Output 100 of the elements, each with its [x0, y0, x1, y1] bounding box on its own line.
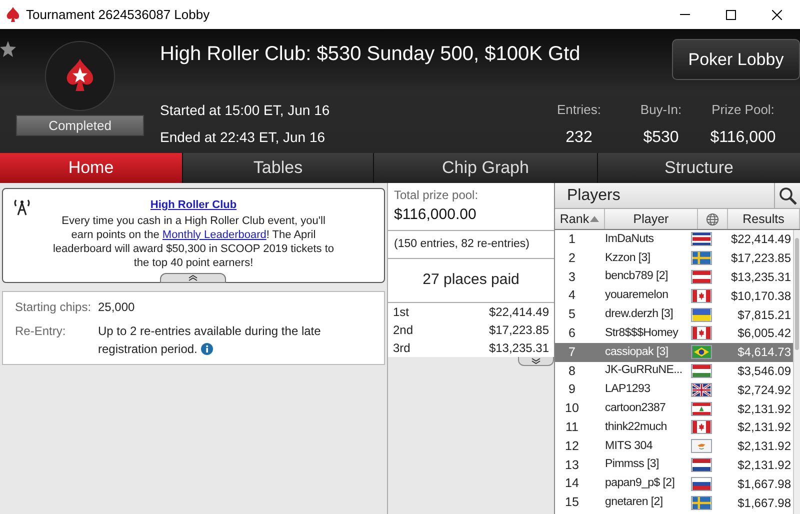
- payout-place: 2nd: [393, 322, 414, 339]
- detail-label: Re-Entry:: [15, 323, 67, 340]
- result-cell-text: $1,667.98: [736, 494, 792, 512]
- player-name: youaremelon: [605, 288, 670, 304]
- flag-icon: [691, 402, 712, 416]
- leaderboard-link[interactable]: Monthly Leaderboard: [162, 228, 266, 240]
- tournament-title: High Roller Club: $530 Sunday 500, $100K Gtd: [160, 42, 580, 67]
- column-header[interactable]: Player: [605, 209, 698, 229]
- detail-value: 25,000: [98, 299, 135, 316]
- rank-cell-text: 8: [568, 362, 576, 380]
- player-name: papan9_p$ [2]: [605, 476, 676, 492]
- column-header[interactable]: Results: [728, 209, 800, 229]
- player-row[interactable]: 1 ImDaNuts $22,414.49: [555, 230, 793, 249]
- flag-icon: [691, 439, 712, 454]
- player-row[interactable]: 10 cartoon2387 $2,131.92: [555, 399, 793, 418]
- rank-cell-text: 4: [568, 287, 576, 304]
- rank-cell-text: 10: [564, 400, 580, 418]
- column-header[interactable]: Rank: [555, 209, 605, 229]
- rank-cell-text: 13: [564, 456, 580, 474]
- double-chevron-up-icon: [188, 275, 198, 281]
- rank-cell-text: 9: [568, 381, 576, 398]
- player-row[interactable]: 13 Pimmss [3] $2,131.92: [555, 456, 793, 474]
- sort-ascending-icon: [590, 216, 600, 222]
- broadcast-tower-icon: [13, 198, 31, 216]
- stat-value: $116,000: [710, 128, 776, 148]
- tab[interactable]: Home: [0, 153, 182, 183]
- stat-label: Entries:: [556, 101, 602, 120]
- minimize-icon: [680, 14, 690, 15]
- info-icon: [201, 343, 214, 355]
- stat-label: Prize Pool:: [712, 101, 774, 120]
- players-title: Players: [567, 186, 620, 206]
- flag-icon: [691, 458, 712, 472]
- announcement-text: Every time you cash in a High Roller Club event, you'll earn points on the Monthly Leaderboard! The April leaderboard will award $50,300 in SCOOP 2019 tickets to the top 40 point earners!: [52, 214, 336, 270]
- result-cell-text: $13,235.31: [730, 268, 792, 286]
- flag-icon: [691, 251, 712, 266]
- payout-amount: $13,235.31: [488, 340, 549, 357]
- payout-place: 1st: [393, 304, 410, 321]
- result-cell-text: $2,131.92: [736, 438, 792, 456]
- player-name: ImDaNuts: [605, 232, 655, 247]
- player-row[interactable]: 2 Kzzon [3] $17,223.85: [555, 248, 793, 268]
- player-row[interactable]: 5 drew.derzh [3] $7,815.21: [555, 305, 793, 324]
- player-row[interactable]: 3 bencb789 [2] $13,235.31: [555, 268, 793, 286]
- result-cell-text: $2,131.92: [736, 419, 792, 436]
- player-row[interactable]: 6 Str8$$$Homey $6,005.42: [555, 324, 793, 343]
- prize-pool-total: $116,000.00: [394, 205, 478, 225]
- stat-value: $530: [643, 128, 679, 148]
- result-cell-text: $10,170.38: [730, 288, 792, 305]
- player-name: JK-GuRRuNE...: [605, 363, 684, 378]
- start-time: Started at 15:00 ET, Jun 16: [160, 101, 330, 120]
- result-cell-text: $22,414.49: [730, 231, 792, 248]
- rank-cell-text: 12: [564, 438, 580, 455]
- player-row[interactable]: 15 gnetaren [2] $1,667.98: [555, 493, 793, 512]
- flag-icon: [691, 232, 712, 246]
- rank-cell-text: 14: [564, 475, 580, 492]
- player-name: bencb789 [2]: [605, 269, 669, 284]
- globe-icon: [706, 212, 719, 226]
- rank-cell-text: 3: [568, 268, 576, 286]
- flag-icon: [691, 288, 712, 303]
- detail-value: Up to 2 re-entries available during the late registration period.: [98, 323, 322, 358]
- tab[interactable]: Tables: [183, 153, 373, 183]
- scrollbar[interactable]: [793, 230, 800, 514]
- tab[interactable]: Structure: [598, 153, 800, 183]
- maximize-icon: [726, 10, 736, 20]
- player-row[interactable]: 12 MITS 304 $2,131.92: [555, 436, 793, 456]
- flag-icon: [691, 364, 712, 378]
- poker-lobby-button[interactable]: Poker Lobby: [672, 39, 800, 80]
- collapse-button[interactable]: [160, 273, 226, 283]
- window-title: Tournament 2624536087 Lobby: [26, 6, 210, 24]
- result-cell-text: $2,131.92: [736, 456, 792, 474]
- rank-cell-text: 11: [564, 418, 580, 436]
- player-row[interactable]: 11 think22much $2,131.92: [555, 418, 793, 437]
- rank-cell-text: 5: [568, 306, 576, 324]
- rank-cell-text: 6: [568, 325, 576, 342]
- player-name: Str8$$$Homey: [605, 326, 680, 341]
- flag-icon: [691, 270, 712, 284]
- end-time: Ended at 22:43 ET, Jun 16: [160, 128, 326, 147]
- flag-icon: [691, 476, 712, 491]
- tab[interactable]: Chip Graph: [374, 153, 597, 183]
- rank-cell-text: 2: [568, 250, 576, 267]
- rank-cell-text: 15: [564, 494, 580, 512]
- stat-label: Buy-In:: [640, 101, 682, 120]
- stat-value: 232: [566, 128, 592, 148]
- close-icon: [772, 10, 782, 20]
- player-name: cassiopak [3]: [605, 344, 670, 360]
- spade-logo-icon: [6, 6, 20, 22]
- star-icon: [0, 41, 16, 57]
- flag-icon: [691, 420, 712, 434]
- result-cell-text: $7,815.21: [736, 306, 792, 324]
- player-row[interactable]: 7 cassiopak [3] $4,614.73: [555, 342, 793, 362]
- announcement-title-link[interactable]: High Roller Club: [150, 197, 237, 214]
- player-row[interactable]: 8 JK-GuRRuNE... $3,546.09: [555, 362, 793, 380]
- prize-pool-label: Total prize pool:: [394, 187, 480, 204]
- result-cell-text: $2,724.92: [736, 382, 792, 399]
- player-row[interactable]: 14 papan9_p$ [2] $1,667.98: [555, 474, 793, 494]
- player-name: LAP1293: [605, 382, 652, 398]
- result-cell-text: $3,546.09: [736, 362, 792, 380]
- player-row[interactable]: 9 LAP1293 $2,724.92: [555, 380, 793, 400]
- result-cell-text: $2,131.92: [736, 400, 792, 418]
- player-name: think22much: [605, 420, 668, 435]
- player-row[interactable]: 4 youaremelon $10,170.38: [555, 286, 793, 306]
